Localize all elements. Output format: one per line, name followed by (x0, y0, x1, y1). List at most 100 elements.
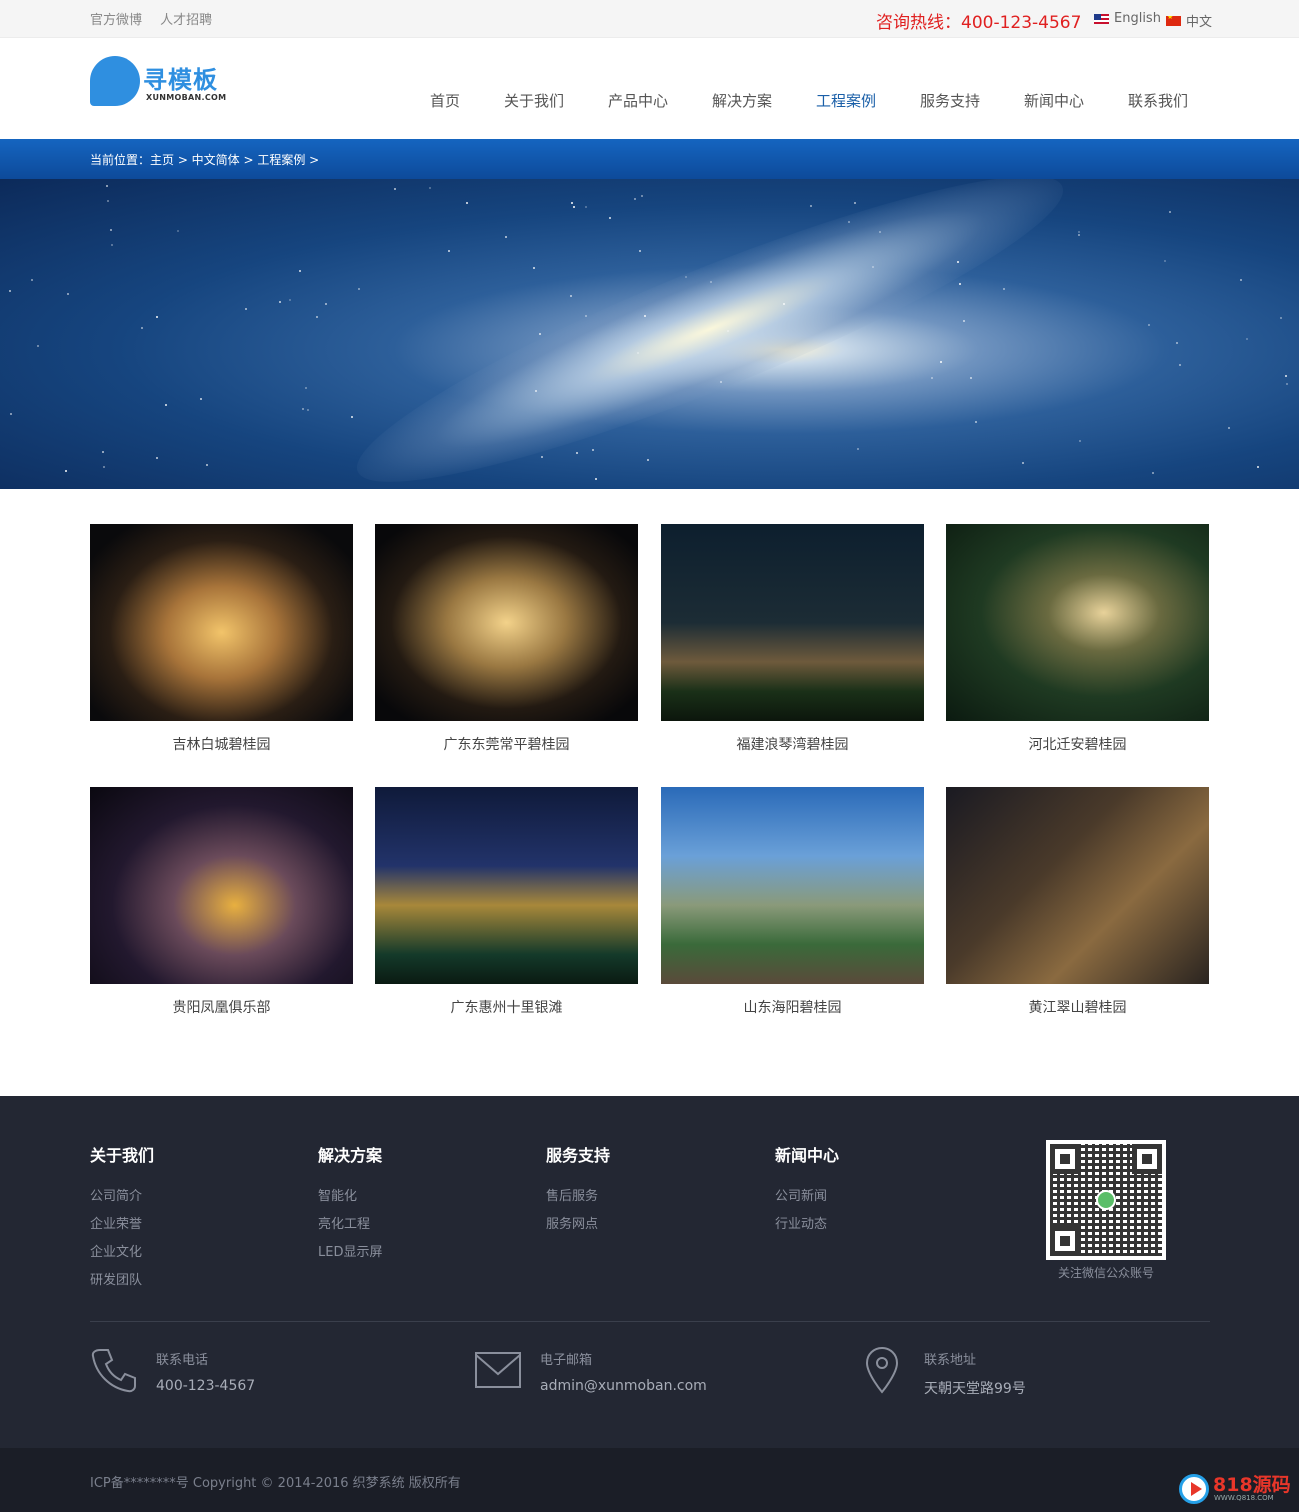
star-dot (1240, 279, 1242, 281)
qr-finder (1050, 1226, 1080, 1256)
case-card[interactable]: 山东海阳碧桂园 (661, 787, 924, 1017)
location-pin-icon (865, 1346, 899, 1394)
star-dot (634, 198, 636, 200)
star-dot (429, 187, 431, 189)
nav-contact[interactable]: 联系我们 (1128, 90, 1188, 111)
contact-value: 天朝天堂路99号 (924, 1381, 1026, 1397)
case-card[interactable]: 福建浪琴湾碧桂园 (661, 524, 924, 754)
star-dot (872, 266, 874, 268)
footer-link[interactable]: 研发团队 (90, 1271, 154, 1299)
star-dot (110, 229, 112, 231)
case-title[interactable]: 贵阳凤凰俱乐部 (90, 997, 353, 1017)
nav-cases[interactable]: 工程案例 (816, 90, 876, 111)
footer-link[interactable]: 公司新闻 (775, 1187, 839, 1215)
case-photo[interactable] (661, 787, 924, 984)
logo-domain: XUNMOBAN.COM (146, 93, 227, 102)
case-title[interactable]: 福建浪琴湾碧桂园 (661, 734, 924, 754)
star-dot (206, 464, 208, 466)
case-card[interactable]: 黄江翠山碧桂园 (946, 787, 1209, 1017)
case-photo[interactable] (375, 524, 638, 721)
nav-about[interactable]: 关于我们 (504, 90, 564, 111)
logo-name: 寻模板 (143, 66, 218, 94)
nav-solutions[interactable]: 解决方案 (712, 90, 772, 111)
cn-flag-icon (1166, 15, 1181, 26)
qr-finder (1132, 1144, 1162, 1174)
lang-chinese[interactable]: 中文 (1166, 11, 1212, 30)
nav-support[interactable]: 服务支持 (920, 90, 980, 111)
case-title[interactable]: 广东惠州十里银滩 (375, 997, 638, 1017)
star-dot (1164, 260, 1166, 262)
phone-icon (91, 1349, 136, 1393)
star-dot (1003, 288, 1005, 290)
hotline-text: 咨询热线：400-123-4567 (876, 13, 1082, 33)
galaxy-band (335, 179, 1085, 489)
case-photo[interactable] (946, 787, 1209, 984)
footer-link[interactable]: 服务网点 (546, 1215, 610, 1243)
case-card[interactable]: 广东东莞常平碧桂园 (375, 524, 638, 754)
case-card[interactable]: 贵阳凤凰俱乐部 (90, 787, 353, 1017)
case-title[interactable]: 吉林白城碧桂园 (90, 734, 353, 754)
star-dot (107, 200, 109, 202)
star-dot (854, 202, 856, 204)
contact-value[interactable]: admin@xunmoban.com (540, 1378, 707, 1394)
lang-english[interactable]: English (1094, 11, 1161, 26)
footer-divider (90, 1321, 1210, 1322)
footer-link[interactable]: LED显示屏 (318, 1243, 382, 1271)
case-title[interactable]: 山东海阳碧桂园 (661, 997, 924, 1017)
star-dot (65, 470, 67, 472)
breadcrumb[interactable]: 当前位置：主页 > 中文简体 > 工程案例 > (90, 151, 319, 168)
footer-link[interactable]: 企业荣誉 (90, 1215, 154, 1243)
case-title[interactable]: 河北迁安碧桂园 (946, 734, 1209, 754)
star-dot (1152, 472, 1154, 474)
case-card[interactable]: 吉林白城碧桂园 (90, 524, 353, 754)
star-dot (848, 221, 850, 223)
footer-link[interactable]: 亮化工程 (318, 1215, 382, 1243)
star-dot (957, 261, 959, 263)
play-icon (1179, 1474, 1209, 1504)
nav-home[interactable]: 首页 (430, 90, 460, 111)
footer-link[interactable]: 智能化 (318, 1187, 382, 1215)
weibo-link[interactable]: 官方微博 (90, 13, 142, 28)
case-photo[interactable] (375, 787, 638, 984)
case-title[interactable]: 黄江翠山碧桂园 (946, 997, 1209, 1017)
contact-label: 联系地址 (924, 1353, 977, 1368)
case-photo[interactable] (90, 787, 353, 984)
case-photo[interactable] (90, 524, 353, 721)
star-dot (505, 236, 507, 238)
star-dot (571, 202, 573, 204)
site-footer: 关于我们 公司简介 企业荣誉 企业文化 研发团队 解决方案 智能化 亮化工程 L… (0, 1096, 1299, 1448)
star-dot (720, 381, 722, 383)
footer-col-title[interactable]: 服务支持 (546, 1142, 610, 1166)
star-dot (727, 330, 729, 332)
star-dot (963, 320, 965, 322)
star-dot (1176, 342, 1178, 344)
footer-link[interactable]: 公司简介 (90, 1187, 154, 1215)
footer-col-title[interactable]: 新闻中心 (775, 1142, 839, 1166)
site-logo[interactable]: 寻模板 XUNMOBAN.COM (90, 56, 240, 110)
case-photo[interactable] (661, 524, 924, 721)
site-header: 寻模板 XUNMOBAN.COM 首页 关于我们 产品中心 解决方案 工程案例 … (0, 38, 1299, 139)
q818-badge[interactable]: 818源码 WWW.Q818.COM (1179, 1470, 1291, 1508)
case-title[interactable]: 广东东莞常平碧桂园 (375, 734, 638, 754)
qr-caption: 关注微信公众账号 (1057, 1266, 1154, 1280)
top-utility-bar: 官方微博 人才招聘 咨询热线：400-123-4567 English 中文 (0, 0, 1299, 38)
mail-icon (475, 1352, 521, 1388)
star-dot (940, 361, 942, 363)
footer-col-title[interactable]: 解决方案 (318, 1142, 382, 1166)
nav-products[interactable]: 产品中心 (608, 90, 668, 111)
footer-link[interactable]: 企业文化 (90, 1243, 154, 1271)
star-dot (1246, 338, 1248, 340)
nav-news[interactable]: 新闻中心 (1024, 90, 1084, 111)
star-dot (200, 398, 202, 400)
star-dot (1228, 427, 1230, 429)
star-dot (931, 377, 933, 379)
case-card[interactable]: 河北迁安碧桂园 (946, 524, 1209, 754)
case-card[interactable]: 广东惠州十里银滩 (375, 787, 638, 1017)
copyright-bar: ICP备********号 Copyright © 2014-2016 织梦系统… (0, 1448, 1299, 1512)
recruit-link[interactable]: 人才招聘 (160, 13, 212, 28)
footer-col-title[interactable]: 关于我们 (90, 1142, 154, 1166)
galaxy-banner-image (0, 179, 1299, 489)
footer-link[interactable]: 行业动态 (775, 1215, 839, 1243)
footer-link[interactable]: 售后服务 (546, 1187, 610, 1215)
case-photo[interactable] (946, 524, 1209, 721)
